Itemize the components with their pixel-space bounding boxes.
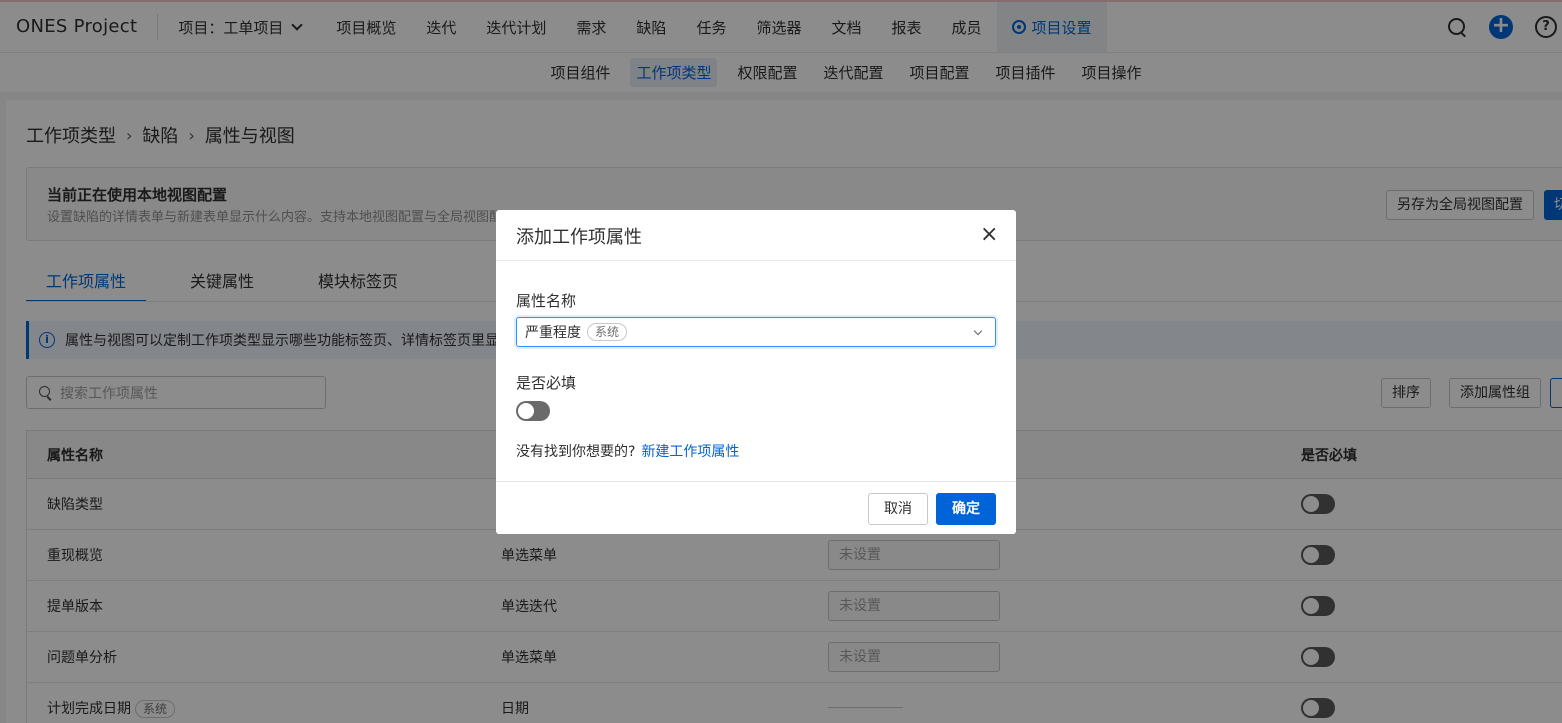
not-found-hint: 没有找到你想要的? 新建工作项属性: [516, 441, 739, 461]
chevron-down-icon: [973, 326, 983, 336]
required-toggle[interactable]: [516, 401, 550, 421]
property-name-label: 属性名称: [516, 292, 577, 310]
add-property-dialog: 添加工作项属性 × 属性名称 严重程度 系统 是否必填 没有找到你想要的? 新建工…: [496, 210, 1016, 534]
create-property-link[interactable]: 新建工作项属性: [641, 444, 739, 460]
dialog-footer: 取消 确定: [496, 481, 1016, 534]
property-name-select[interactable]: 严重程度 系统: [516, 317, 996, 347]
selected-property: 严重程度: [525, 325, 581, 341]
confirm-button[interactable]: 确定: [936, 493, 996, 525]
close-icon[interactable]: ×: [980, 224, 998, 246]
dialog-title: 添加工作项属性: [516, 227, 642, 248]
required-label: 是否必填: [516, 374, 577, 392]
not-found-text: 没有找到你想要的?: [516, 444, 636, 460]
system-tag: 系统: [587, 323, 628, 341]
cancel-button[interactable]: 取消: [868, 493, 928, 525]
dialog-header: 添加工作项属性 ×: [496, 210, 1016, 261]
